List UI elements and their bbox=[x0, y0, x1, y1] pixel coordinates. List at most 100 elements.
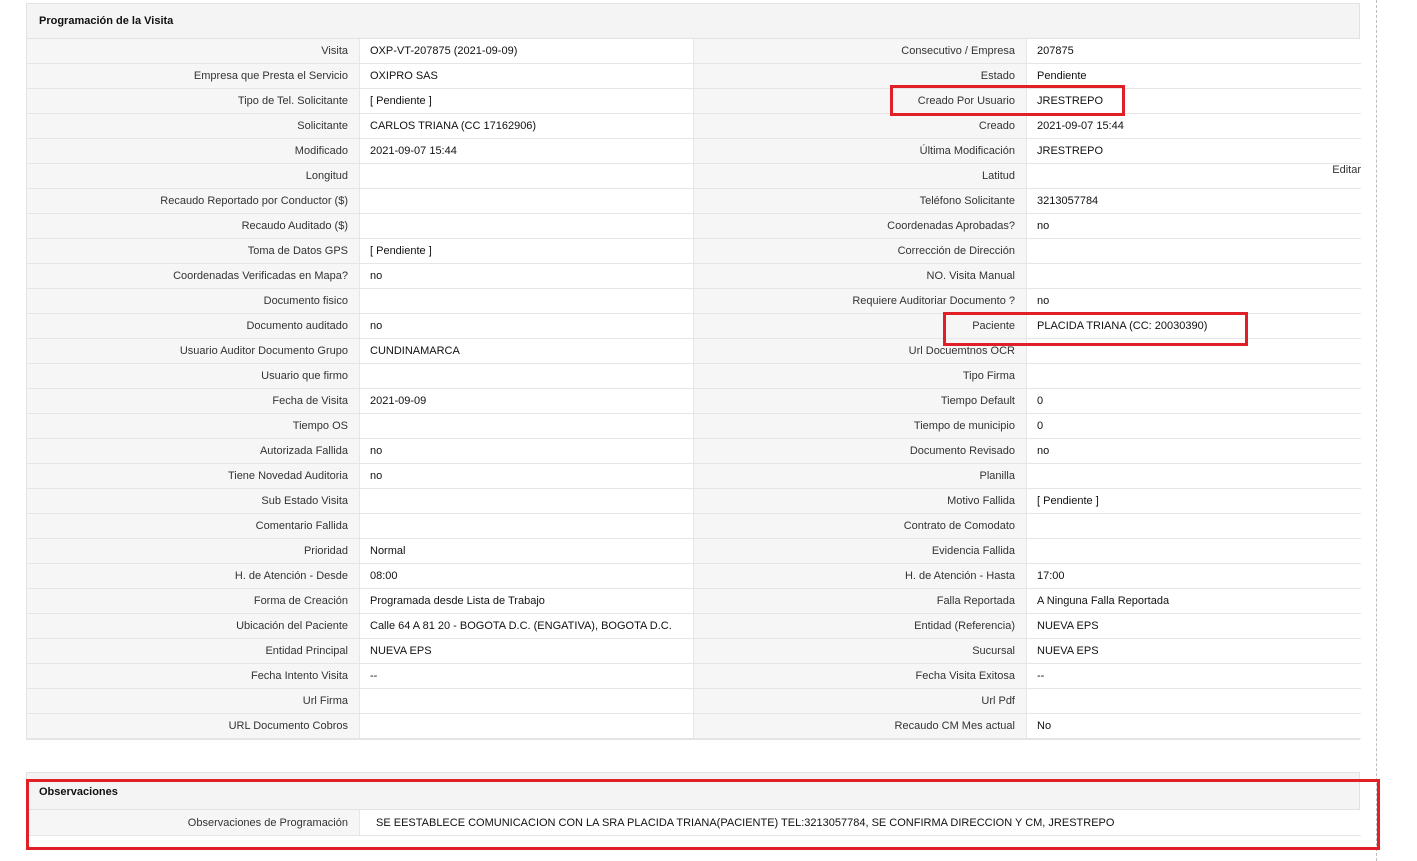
field-value: no bbox=[360, 464, 694, 489]
field-label: Estado bbox=[694, 64, 1027, 89]
field-label: H. de Atención - Desde bbox=[27, 564, 360, 589]
field-label: Autorizada Fallida bbox=[27, 439, 360, 464]
field-label: Paciente bbox=[694, 314, 1027, 339]
field-value: 3213057784 bbox=[1027, 189, 1361, 214]
field-value bbox=[360, 489, 694, 514]
field-label: Documento fisico bbox=[27, 289, 360, 314]
field-value: NUEVA EPS bbox=[1027, 614, 1361, 639]
field-value: no bbox=[1027, 214, 1361, 239]
field-value: 2021-09-07 15:44 bbox=[360, 139, 694, 164]
field-value: PLACIDA TRIANA (CC: 20030390) bbox=[1027, 314, 1361, 339]
field-value: NUEVA EPS bbox=[360, 639, 694, 664]
observations-title: Observaciones bbox=[27, 773, 1359, 810]
field-label: Fecha Visita Exitosa bbox=[694, 664, 1027, 689]
field-value bbox=[1027, 364, 1361, 389]
field-label: Tipo de Tel. Solicitante bbox=[27, 89, 360, 114]
field-value bbox=[360, 164, 694, 189]
field-value: JRESTREPO bbox=[1027, 139, 1361, 164]
field-value: Normal bbox=[360, 539, 694, 564]
field-value bbox=[360, 289, 694, 314]
field-value bbox=[360, 689, 694, 714]
field-label: Tiene Novedad Auditoria bbox=[27, 464, 360, 489]
field-value: -- bbox=[360, 664, 694, 689]
field-value bbox=[360, 714, 694, 739]
field-label: Visita bbox=[27, 39, 360, 64]
field-value: Calle 64 A 81 20 - BOGOTA D.C. (ENGATIVA… bbox=[360, 614, 694, 639]
field-value: JRESTREPO bbox=[1027, 89, 1361, 114]
field-label: Toma de Datos GPS bbox=[27, 239, 360, 264]
field-label: Recaudo Reportado por Conductor ($) bbox=[27, 189, 360, 214]
field-value: 17:00 bbox=[1027, 564, 1361, 589]
field-value bbox=[360, 414, 694, 439]
field-value bbox=[1027, 539, 1361, 564]
field-value: no bbox=[1027, 439, 1361, 464]
field-label: Tiempo OS bbox=[27, 414, 360, 439]
field-label: Comentario Fallida bbox=[27, 514, 360, 539]
field-label: Tiempo de municipio bbox=[694, 414, 1027, 439]
field-label: Documento auditado bbox=[27, 314, 360, 339]
field-label: Modificado bbox=[27, 139, 360, 164]
field-value: [ Pendiente ] bbox=[360, 89, 694, 114]
section-title: Programación de la Visita bbox=[27, 4, 1359, 39]
field-value: 0 bbox=[1027, 414, 1361, 439]
field-label: Url Docuemtnos OCR bbox=[694, 339, 1027, 364]
field-value: no bbox=[360, 314, 694, 339]
field-value: NUEVA EPS bbox=[1027, 639, 1361, 664]
field-label: Recaudo Auditado ($) bbox=[27, 214, 360, 239]
observations-row: Observaciones de Programación SE EESTABL… bbox=[27, 810, 1361, 836]
field-value: Programada desde Lista de Trabajo bbox=[360, 589, 694, 614]
field-label: Contrato de Comodato bbox=[694, 514, 1027, 539]
field-label: Usuario que firmo bbox=[27, 364, 360, 389]
field-label: Entidad (Referencia) bbox=[694, 614, 1027, 639]
field-value: Pendiente bbox=[1027, 64, 1361, 89]
field-value bbox=[1027, 689, 1361, 714]
field-label: Fecha de Visita bbox=[27, 389, 360, 414]
field-label: Planilla bbox=[694, 464, 1027, 489]
field-label: Fecha Intento Visita bbox=[27, 664, 360, 689]
field-label: Consecutivo / Empresa bbox=[694, 39, 1027, 64]
field-label: Usuario Auditor Documento Grupo bbox=[27, 339, 360, 364]
field-label: Evidencia Fallida bbox=[694, 539, 1027, 564]
field-label: Forma de Creación bbox=[27, 589, 360, 614]
field-value: -- bbox=[1027, 664, 1361, 689]
field-label: Corrección de Dirección bbox=[694, 239, 1027, 264]
field-label: Empresa que Presta el Servicio bbox=[27, 64, 360, 89]
field-value: 08:00 bbox=[360, 564, 694, 589]
field-label: Ubicación del Paciente bbox=[27, 614, 360, 639]
field-label: Coordenadas Verificadas en Mapa? bbox=[27, 264, 360, 289]
field-value: 0 bbox=[1027, 389, 1361, 414]
field-value: CUNDINAMARCA bbox=[360, 339, 694, 364]
field-value: A Ninguna Falla Reportada bbox=[1027, 589, 1361, 614]
field-label: Motivo Fallida bbox=[694, 489, 1027, 514]
field-value bbox=[360, 214, 694, 239]
observations-panel: Observaciones Observaciones de Programac… bbox=[26, 772, 1361, 836]
field-value: no bbox=[360, 264, 694, 289]
field-value: 2021-09-09 bbox=[360, 389, 694, 414]
field-label: Entidad Principal bbox=[27, 639, 360, 664]
field-value bbox=[1027, 264, 1361, 289]
field-label: Url Pdf bbox=[694, 689, 1027, 714]
field-label: NO. Visita Manual bbox=[694, 264, 1027, 289]
field-label: Coordenadas Aprobadas? bbox=[694, 214, 1027, 239]
field-label: URL Documento Cobros bbox=[27, 714, 360, 739]
field-value: [ Pendiente ] bbox=[1027, 489, 1361, 514]
field-label: Prioridad bbox=[27, 539, 360, 564]
field-label: Creado bbox=[694, 114, 1027, 139]
field-label: Latitud bbox=[694, 164, 1027, 189]
edit-link[interactable]: Editar bbox=[1332, 164, 1361, 182]
field-label: Requiere Auditoriar Documento ? bbox=[694, 289, 1027, 314]
field-value: 207875 bbox=[1027, 39, 1361, 64]
field-value: OXP-VT-207875 (2021-09-09) bbox=[360, 39, 694, 64]
field-label: Recaudo CM Mes actual bbox=[694, 714, 1027, 739]
field-label: Tipo Firma bbox=[694, 364, 1027, 389]
field-value bbox=[1027, 464, 1361, 489]
field-label: Longitud bbox=[27, 164, 360, 189]
field-value: OXIPRO SAS bbox=[360, 64, 694, 89]
field-value: Editar bbox=[1027, 164, 1361, 189]
field-label: Solicitante bbox=[27, 114, 360, 139]
field-label: Última Modificación bbox=[694, 139, 1027, 164]
field-value bbox=[360, 364, 694, 389]
field-value bbox=[360, 514, 694, 539]
field-value: 2021-09-07 15:44 bbox=[1027, 114, 1361, 139]
field-label: Url Firma bbox=[27, 689, 360, 714]
